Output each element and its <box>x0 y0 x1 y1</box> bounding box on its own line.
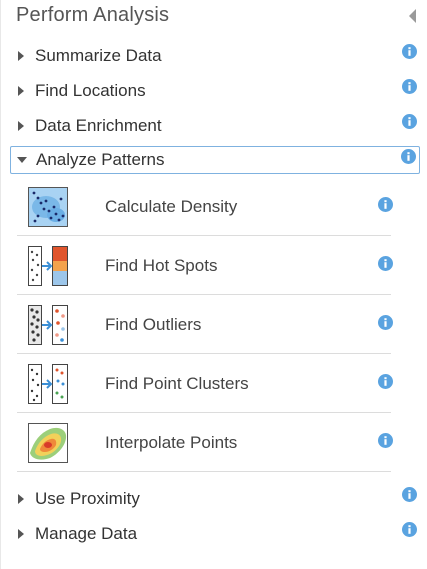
panel-title: Perform Analysis <box>16 4 170 26</box>
tool-label: Find Hot Spots <box>105 256 218 275</box>
chevron-right-icon <box>11 81 31 101</box>
category-label: Data Enrichment <box>35 116 162 135</box>
collapse-panel-icon[interactable] <box>407 8 417 24</box>
hot-spots-icon <box>28 246 68 286</box>
info-icon[interactable] <box>401 149 416 164</box>
category-analyze-patterns[interactable]: Analyze Patterns <box>10 146 420 174</box>
category-manage-data[interactable]: Manage Data <box>10 519 420 549</box>
tool-calculate-density[interactable]: Calculate Density <box>17 177 393 236</box>
category-label: Analyze Patterns <box>36 150 165 169</box>
category-data-enrichment[interactable]: Data Enrichment <box>10 111 420 141</box>
info-icon[interactable] <box>402 522 417 537</box>
chevron-right-icon <box>11 524 31 544</box>
tool-label: Interpolate Points <box>105 433 238 452</box>
density-icon <box>28 187 68 227</box>
category-label: Summarize Data <box>35 46 162 65</box>
outliers-icon <box>28 305 68 345</box>
tool-interpolate-points[interactable]: Interpolate Points <box>17 413 393 472</box>
tool-find-point-clusters[interactable]: Find Point Clusters <box>17 354 393 413</box>
category-label: Find Locations <box>35 81 146 100</box>
category-label: Use Proximity <box>35 489 140 508</box>
tool-find-outliers[interactable]: Find Outliers <box>17 295 393 354</box>
tool-label: Find Outliers <box>105 315 202 334</box>
category-find-locations[interactable]: Find Locations <box>10 76 420 106</box>
info-icon[interactable] <box>378 374 393 389</box>
chevron-right-icon <box>11 116 31 136</box>
tool-label: Find Point Clusters <box>105 374 249 393</box>
point-clusters-icon <box>28 364 68 404</box>
category-label: Manage Data <box>35 524 138 543</box>
info-icon[interactable] <box>378 197 393 212</box>
tool-label: Calculate Density <box>105 197 238 216</box>
chevron-down-icon <box>12 150 32 170</box>
chevron-right-icon <box>11 46 31 66</box>
chevron-right-icon <box>11 489 31 509</box>
tool-find-hot-spots[interactable]: Find Hot Spots <box>17 236 393 295</box>
interpolate-icon <box>28 423 68 463</box>
category-summarize-data[interactable]: Summarize Data <box>10 41 420 71</box>
perform-analysis-panel: Perform Analysis Summarize Data Find Loc… <box>0 0 427 569</box>
info-icon[interactable] <box>402 44 417 59</box>
info-icon[interactable] <box>402 79 417 94</box>
info-icon[interactable] <box>378 256 393 271</box>
info-icon[interactable] <box>378 433 393 448</box>
info-icon[interactable] <box>402 487 417 502</box>
info-icon[interactable] <box>378 315 393 330</box>
category-use-proximity[interactable]: Use Proximity <box>10 484 420 514</box>
info-icon[interactable] <box>402 114 417 129</box>
